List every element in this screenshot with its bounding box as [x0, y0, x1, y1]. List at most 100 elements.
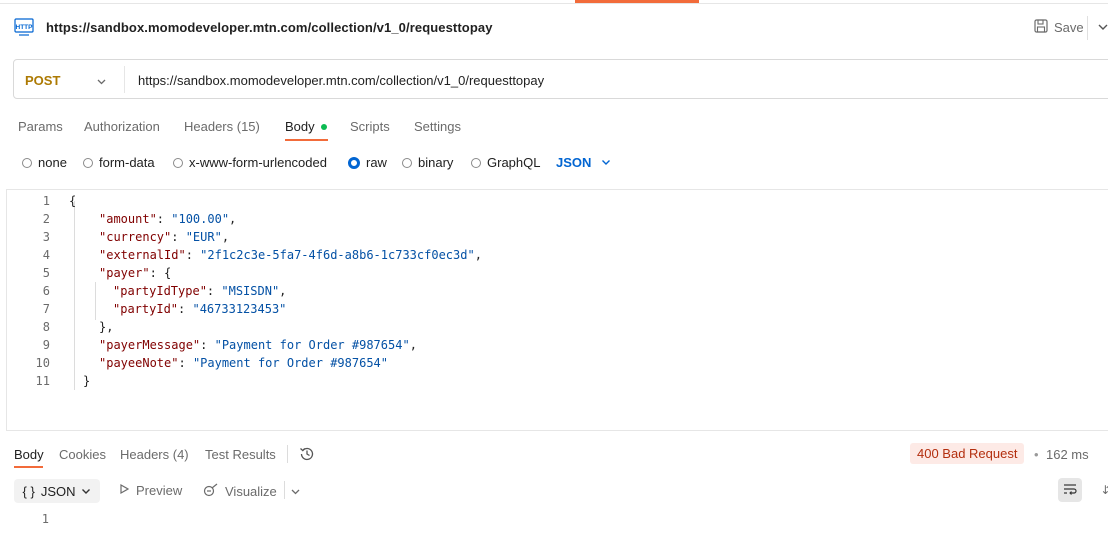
json-key: "amount" [99, 212, 157, 226]
divider [124, 66, 125, 93]
tab-params[interactable]: Params [18, 119, 63, 134]
preview-button[interactable]: Preview [118, 483, 182, 498]
radio-raw[interactable]: raw [348, 155, 387, 170]
request-tab-title: https://sandbox.momodeveloper.mtn.com/co… [46, 20, 493, 35]
tab-authorization[interactable]: Authorization [84, 119, 160, 134]
json-sep: : [156, 212, 172, 226]
tab-body-label: Body [285, 119, 315, 134]
radio-circle [83, 157, 93, 168]
response-format-label: JSON [40, 483, 76, 499]
json-value: "MSISDN" [221, 284, 280, 298]
json-sep: : [200, 338, 215, 352]
json-value: "46733123453" [192, 302, 287, 316]
tab-settings[interactable]: Settings [414, 119, 461, 134]
divider [284, 481, 285, 499]
radio-binary[interactable]: binary [402, 155, 453, 170]
divider [1087, 16, 1088, 40]
json-key: "payeeNote" [99, 356, 179, 370]
svg-text:HTTP: HTTP [16, 24, 34, 31]
json-end: , [474, 248, 482, 262]
filter-icon[interactable]: ⇵ [1102, 483, 1108, 497]
json-key: "currency" [99, 230, 172, 244]
radio-circle-selected [348, 156, 360, 169]
code-line: "payerMessage": "Payment for Order #9876… [99, 336, 417, 354]
preview-label: Preview [136, 483, 183, 498]
line-number: 4 [42, 248, 50, 262]
indent-guide [95, 282, 96, 320]
save-button[interactable]: Save [1034, 19, 1084, 36]
json-value: "2f1c2c3e-5fa7-4f6d-a8b6-1c733cf0ec3d" [200, 248, 475, 262]
json-end: , [221, 230, 230, 244]
json-end: , [279, 284, 287, 298]
response-tab-test-results[interactable]: Test Results [205, 447, 276, 462]
radio-circle [471, 157, 481, 168]
response-tab-headers[interactable]: Headers (4) [120, 447, 189, 462]
body-indicator-dot [320, 123, 327, 130]
radio-label: none [38, 155, 67, 170]
json-key: "payerMessage" [99, 338, 201, 352]
line-number: 1 [42, 194, 50, 208]
json-end: { [164, 266, 172, 280]
tab-body[interactable]: Body [285, 119, 327, 134]
json-key: "partyId" [113, 302, 179, 316]
code-line: "payeeNote": "Payment for Order #987654" [99, 354, 388, 372]
http-icon: HTTP [14, 18, 36, 38]
play-icon [118, 483, 130, 498]
radio-label: form-data [99, 155, 155, 170]
line-number: 5 [42, 266, 50, 280]
body-editor[interactable]: 1 { 2 "amount": "100.00", 3 "currency": "EU… [6, 189, 1108, 431]
code-line: "partyIdType": "MSISDN", [113, 282, 286, 300]
response-time[interactable]: 162 ms [1046, 447, 1089, 462]
json-value: "EUR" [185, 230, 222, 244]
json-key: "payer" [99, 266, 150, 280]
radio-label: raw [366, 155, 387, 170]
radio-form-data[interactable]: form-data [83, 155, 155, 170]
json-sep: : [185, 248, 201, 262]
radio-label: x-www-form-urlencoded [189, 155, 327, 170]
separator-dot: • [1034, 447, 1039, 462]
response-tab-body[interactable]: Body [14, 447, 44, 462]
line-number: 11 [35, 374, 50, 388]
url-input[interactable]: https://sandbox.momodeveloper.mtn.com/co… [138, 73, 544, 88]
radio-circle [402, 157, 412, 168]
tab-scripts[interactable]: Scripts [350, 119, 390, 134]
radio-none[interactable]: none [22, 155, 67, 170]
response-tab-cookies[interactable]: Cookies [59, 447, 106, 462]
json-end: , [229, 212, 237, 226]
active-tab-underline [14, 466, 43, 468]
line-number: 9 [42, 338, 50, 352]
code-line: }, [99, 320, 114, 334]
line-number: 2 [42, 212, 50, 226]
visualize-label: Visualize [225, 484, 277, 499]
code-line: { [69, 194, 77, 208]
json-value: "100.00" [171, 212, 230, 226]
visualize-button[interactable]: Visualize [203, 483, 277, 500]
json-sep: : [206, 284, 222, 298]
top-divider [0, 3, 1108, 4]
json-sep: : [171, 230, 186, 244]
body-format-select[interactable]: JSON [556, 155, 611, 170]
history-icon[interactable] [298, 445, 316, 463]
code-line: "currency": "EUR", [99, 228, 229, 246]
method-select[interactable]: POST [25, 73, 60, 88]
code-line: "partyId": "46733123453" [113, 300, 286, 318]
save-label: Save [1054, 20, 1084, 35]
line-number: 3 [42, 230, 50, 244]
radio-urlencoded[interactable]: x-www-form-urlencoded [173, 155, 327, 170]
code-line: "payer": { [99, 264, 171, 282]
code-line: "amount": "100.00", [99, 210, 236, 228]
response-format-select[interactable]: { } JSON [14, 479, 100, 503]
radio-label: GraphQL [487, 155, 541, 170]
chevron-down-icon[interactable] [290, 485, 301, 496]
wrap-lines-button[interactable] [1058, 478, 1082, 502]
braces-icon: { } [22, 483, 35, 499]
status-badge[interactable]: 400 Bad Request [910, 443, 1025, 464]
json-key: "partyIdType" [113, 284, 207, 298]
radio-graphql[interactable]: GraphQL [471, 155, 540, 170]
visualize-icon [203, 483, 219, 500]
save-options-chevron-icon[interactable] [1097, 21, 1108, 33]
chevron-down-icon[interactable] [96, 75, 107, 86]
tab-headers[interactable]: Headers (15) [184, 119, 260, 134]
divider [287, 445, 288, 463]
json-end: , [409, 338, 417, 352]
